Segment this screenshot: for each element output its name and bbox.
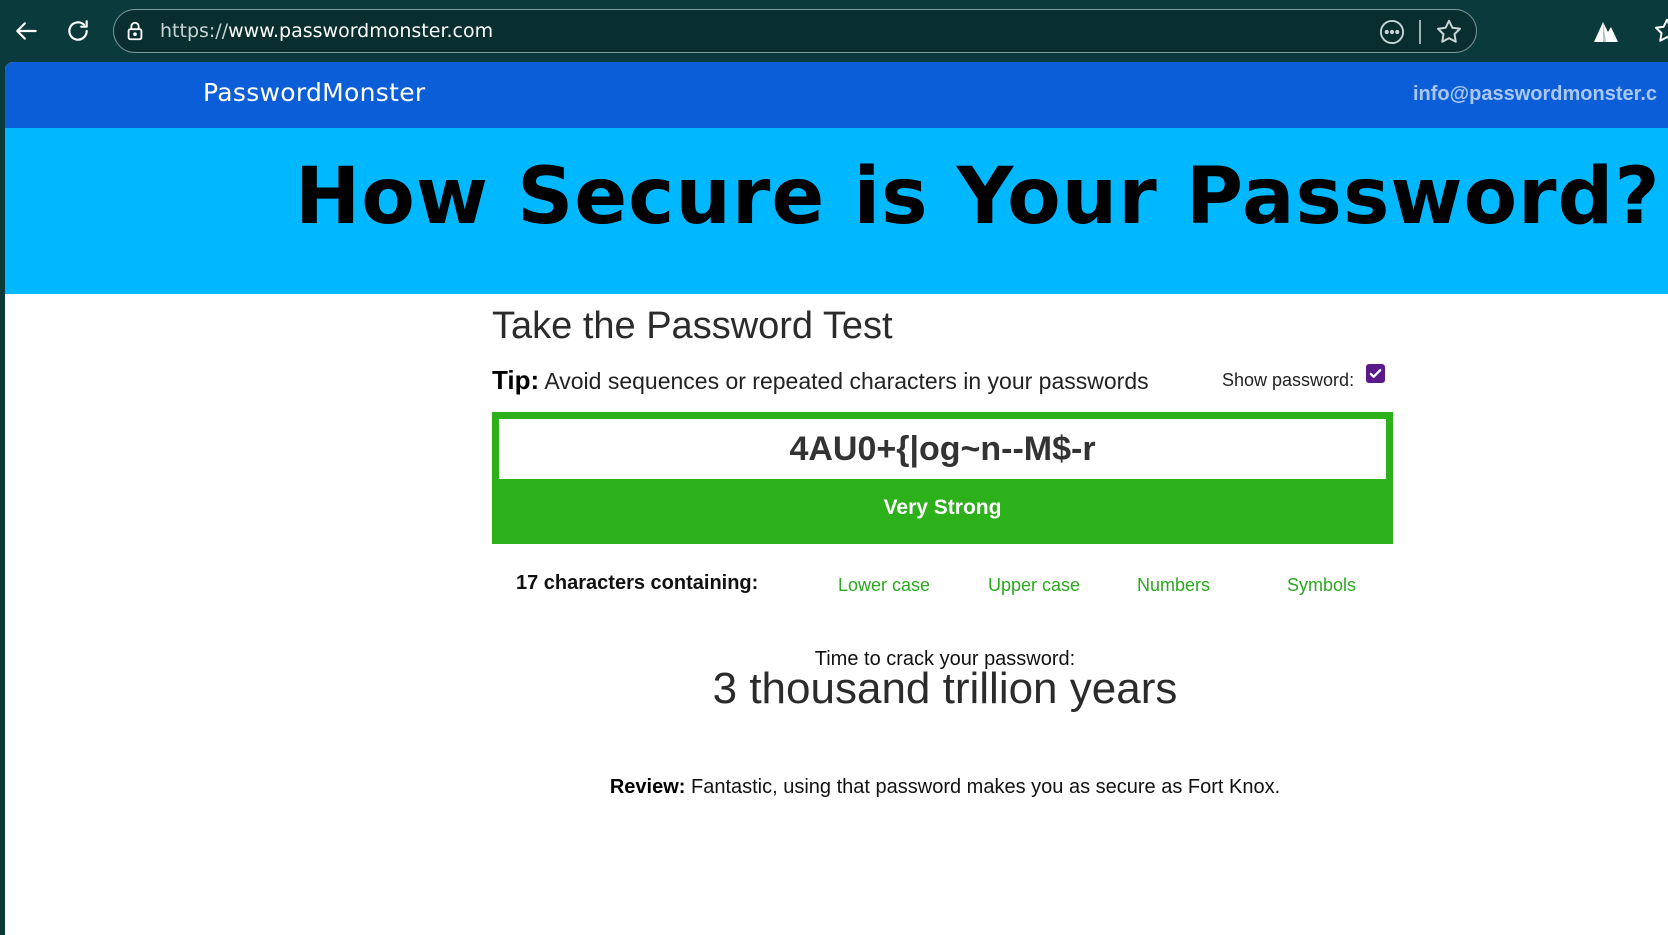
character-count: 17 characters containing:	[516, 572, 759, 594]
address-separator	[1419, 20, 1421, 44]
back-arrow-icon	[16, 22, 37, 40]
more-options-icon[interactable]	[1378, 18, 1406, 46]
site-navbar: PasswordMonster info@passwordmonster.c	[5, 62, 1668, 128]
favorites-icon[interactable]	[1652, 16, 1668, 46]
star-icon[interactable]	[1434, 17, 1464, 47]
char-type-uppercase: Upper case	[988, 575, 1081, 595]
lock-icon[interactable]	[124, 20, 146, 42]
url-scheme: https://	[160, 20, 229, 42]
password-input[interactable]	[499, 419, 1386, 479]
reload-button[interactable]	[61, 14, 95, 48]
extension-icon[interactable]	[1592, 18, 1620, 44]
char-type-symbols: Symbols	[1287, 575, 1357, 595]
char-type-lowercase: Lower case	[838, 575, 931, 595]
address-bar[interactable]: https://www.passwordmonster.com	[113, 9, 1477, 53]
back-button[interactable]	[10, 14, 44, 48]
tip-line: Tip: Avoid sequences or repeated charact…	[492, 365, 1149, 396]
contact-email-link[interactable]: info@passwordmonster.c	[1413, 83, 1657, 106]
review-label: Review:	[609, 776, 686, 798]
browser-toolbar: https://www.passwordmonster.com	[0, 0, 1668, 62]
site-brand-link[interactable]: PasswordMonster	[203, 78, 425, 107]
test-title: Take the Password Test	[492, 305, 893, 347]
review-text: Fantastic, using that password makes you…	[690, 776, 1281, 798]
char-type-numbers: Numbers	[1137, 575, 1211, 595]
password-strength-box: Very Strong	[492, 412, 1393, 544]
show-password-label: Show password:	[1222, 370, 1355, 390]
show-password-checkbox[interactable]	[1366, 364, 1385, 383]
tip-text: Avoid sequences or repeated characters i…	[544, 368, 1149, 394]
reload-icon	[68, 20, 88, 41]
tip-label: Tip:	[492, 365, 540, 395]
crack-time-value: 3 thousand trillion years	[712, 664, 1178, 713]
strength-label: Very Strong	[883, 496, 1002, 519]
url-text[interactable]: https://www.passwordmonster.com	[160, 20, 493, 42]
hero-banner: How Secure is Your Password?	[5, 128, 1668, 294]
review-line: Review: Fantastic, using that password m…	[0, 776, 1668, 799]
hero-title: How Secure is Your Password?	[295, 152, 1661, 242]
checkmark-icon	[1369, 369, 1382, 378]
url-host: www.passwordmonster.com	[228, 20, 494, 42]
